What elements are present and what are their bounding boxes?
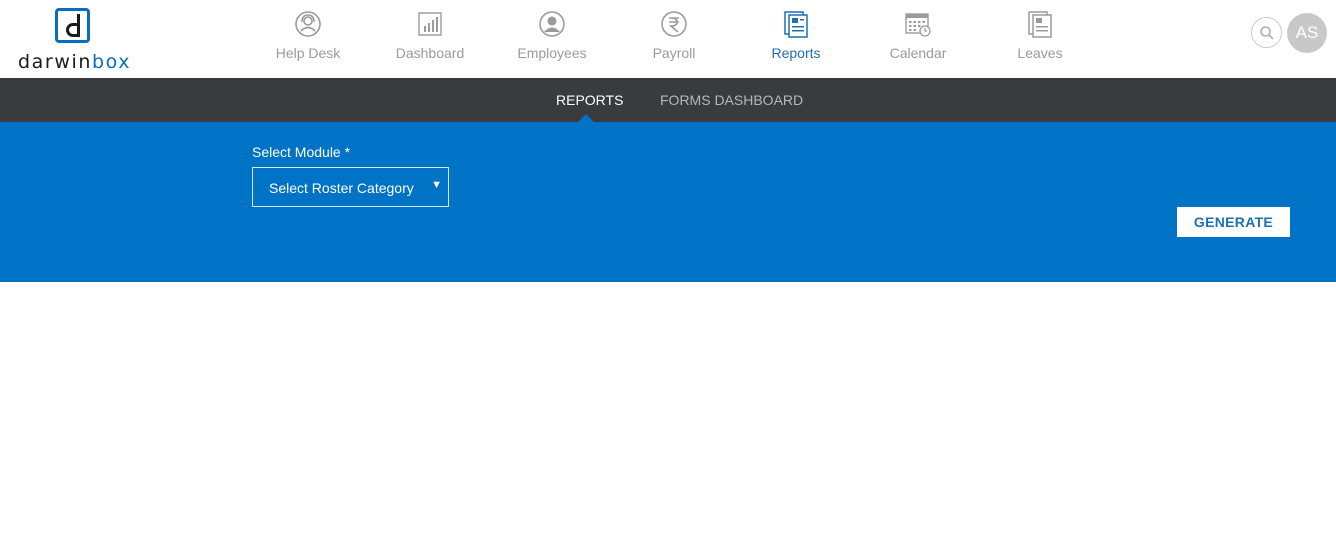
search-button[interactable]	[1251, 17, 1282, 48]
active-tab-indicator	[578, 114, 594, 122]
main-nav: Help Desk Dashboard Employees Payroll Re…	[247, 0, 1101, 78]
nav-item-reports[interactable]: Reports	[735, 0, 857, 78]
darwinbox-logo[interactable]: darwinbox	[18, 8, 132, 73]
generate-button[interactable]: GENERATE	[1177, 207, 1290, 237]
nav-item-calendar[interactable]: Calendar	[857, 0, 979, 78]
top-header: darwinbox Help Desk Dashboard Employees …	[0, 0, 1336, 78]
report-form-panel: Select Module * Select Roster Category ▼…	[0, 122, 1336, 282]
logo-mark-icon	[55, 8, 90, 43]
dropdown-arrow-icon: ▼	[431, 179, 442, 191]
nav-label: Leaves	[1017, 45, 1063, 61]
nav-label: Dashboard	[395, 45, 465, 61]
nav-item-payroll[interactable]: Payroll	[613, 0, 735, 78]
nav-label: Employees	[517, 45, 587, 61]
bar-chart-icon	[418, 12, 442, 36]
tab-forms-dashboard[interactable]: FORMS DASHBOARD	[660, 78, 803, 122]
rupee-icon	[661, 11, 687, 37]
leave-document-icon	[1028, 11, 1052, 38]
logo-wordmark: darwinbox	[18, 51, 132, 73]
sub-navigation: REPORTS FORMS DASHBOARD	[0, 78, 1336, 122]
search-icon	[1260, 26, 1274, 40]
nav-label: Calendar	[889, 45, 947, 61]
user-circle-icon	[539, 11, 565, 37]
module-label-text: Select Module	[252, 144, 341, 160]
module-field-label: Select Module *	[252, 144, 350, 160]
nav-label: Payroll	[652, 45, 696, 61]
nav-item-leaves[interactable]: Leaves	[979, 0, 1101, 78]
nav-item-help-desk[interactable]: Help Desk	[247, 0, 369, 78]
nav-item-dashboard[interactable]: Dashboard	[369, 0, 491, 78]
nav-item-employees[interactable]: Employees	[491, 0, 613, 78]
module-select[interactable]: Select Roster Category ▼	[252, 167, 449, 207]
nav-label: Help Desk	[275, 45, 341, 61]
user-avatar[interactable]: AS	[1287, 13, 1327, 53]
module-select-value: Select Roster Category	[269, 180, 414, 196]
required-marker: *	[344, 144, 351, 160]
headset-user-icon	[295, 11, 321, 37]
report-document-icon	[784, 11, 808, 38]
nav-label: Reports	[771, 45, 821, 61]
calendar-icon	[905, 13, 931, 37]
